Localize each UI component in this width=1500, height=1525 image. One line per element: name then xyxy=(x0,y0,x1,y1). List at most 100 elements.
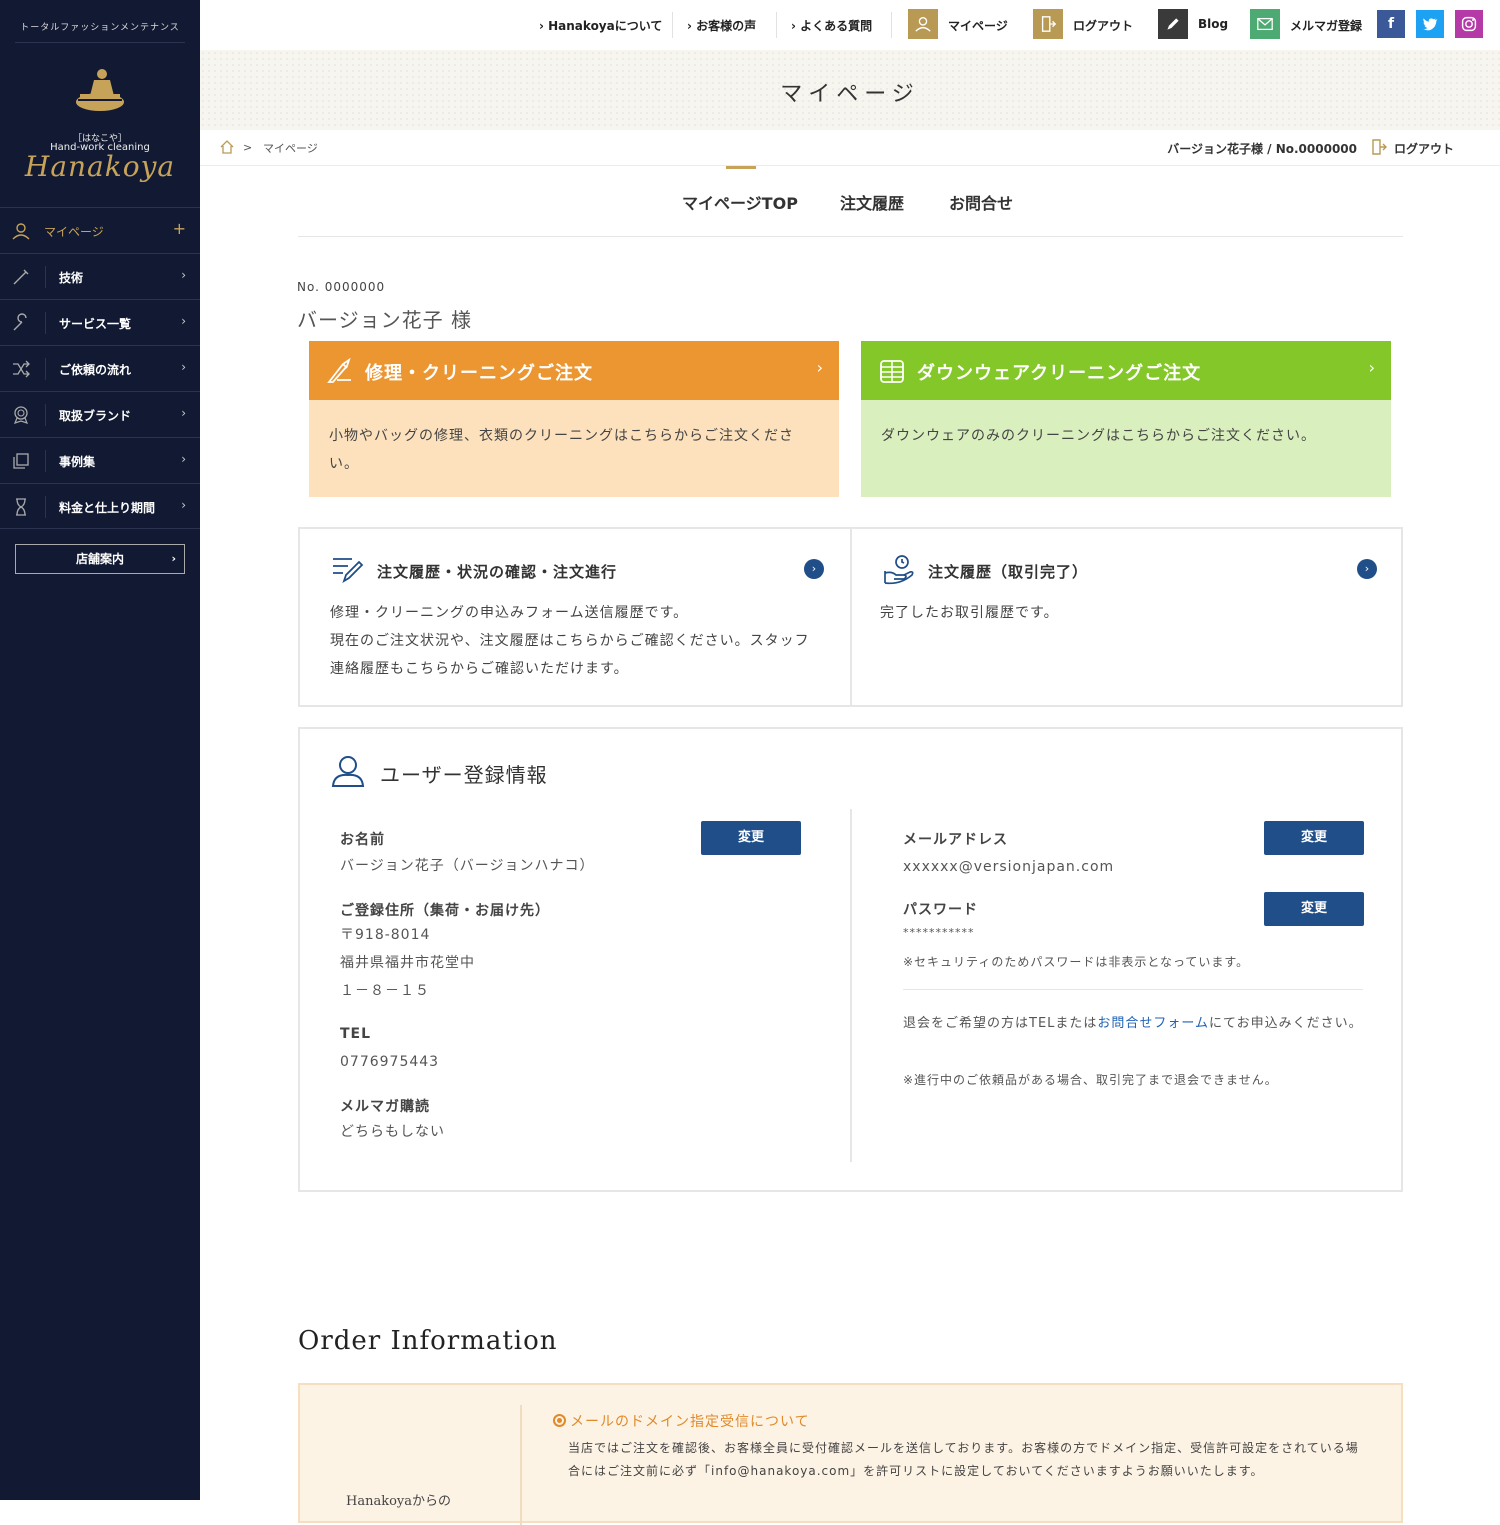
logo-wordmark[interactable]: Hanakoya xyxy=(0,150,200,183)
address-line1: 福井県福井市花堂中 xyxy=(340,955,475,971)
pencil-icon[interactable] xyxy=(1158,9,1188,39)
section-title: ユーザー登録情報 xyxy=(380,763,548,787)
sidebar-item-services[interactable]: サービス一覧 › xyxy=(0,299,200,345)
user-icon xyxy=(331,756,365,787)
down-jacket-order-card[interactable]: ダウンウェアクリーニングご注文 › ダウンウェアのみのクリーニングはこちらからご… xyxy=(861,341,1391,497)
handshake-clock-icon xyxy=(884,555,914,585)
change-name-button[interactable]: 変更 xyxy=(701,821,801,855)
member-name: バージョン花子 様 xyxy=(297,308,472,332)
newsletter-link[interactable]: メルマガ登録 xyxy=(1290,17,1362,34)
history-title: 注文履歴（取引完了） xyxy=(928,563,1089,581)
logout-icon[interactable] xyxy=(1033,9,1063,39)
sidebar: トータルファッションメンテナンス ［はなこや］ Hand-work cleani… xyxy=(0,0,200,1500)
twitter-icon[interactable] xyxy=(1416,10,1444,38)
tab-mypage-top[interactable]: マイページTOP xyxy=(682,190,798,214)
copy-icon xyxy=(13,453,29,469)
order-information-title: Order Information xyxy=(298,1326,558,1356)
sidebar-tagline: トータルファッションメンテナンス xyxy=(20,23,180,33)
shuffle-icon xyxy=(13,360,30,378)
history-completed-card[interactable]: 注文履歴（取引完了） › 完了したお取引履歴です。 xyxy=(852,529,1401,705)
circle-arrow-icon[interactable]: › xyxy=(1357,559,1377,579)
sidebar-item-brands[interactable]: 取扱ブランド › xyxy=(0,391,200,437)
chevron-right-icon: › xyxy=(181,360,186,374)
top-link-label: よくある質問 xyxy=(800,19,873,33)
blog-link[interactable]: Blog xyxy=(1198,17,1228,31)
sidebar-item-pricing[interactable]: 料金と仕上り期間 › xyxy=(0,483,200,529)
sidebar-item-label: 料金と仕上り期間 xyxy=(59,501,156,515)
mail-icon[interactable] xyxy=(1250,9,1280,39)
home-icon[interactable] xyxy=(219,139,235,155)
chevron-right-icon: › xyxy=(181,406,186,420)
order-card-header: ダウンウェアクリーニングご注文 › xyxy=(861,341,1391,400)
email-value: xxxxxx@versionjapan.com xyxy=(903,859,1115,875)
top-link-voices[interactable]: › お客様の声 xyxy=(687,17,756,34)
facebook-icon[interactable]: f xyxy=(1377,10,1405,38)
history-in-progress-card[interactable]: 注文履歴・状況の確認・注文進行 › 修理・クリーニングの申込みフォーム送信履歴で… xyxy=(300,529,850,705)
sidebar-item-flow[interactable]: ご依頼の流れ › xyxy=(0,345,200,391)
sidebar-item-label: サービス一覧 xyxy=(59,317,132,331)
sidebar-item-cases[interactable]: 事例集 › xyxy=(0,437,200,483)
password-note: ※セキュリティのためパスワードは非表示となっています。 xyxy=(903,955,1250,969)
store-info-label: 店舗案内 xyxy=(75,552,124,566)
order-card-title: 修理・クリーニングご注文 xyxy=(365,363,593,384)
breadcrumb-logout-link[interactable]: ログアウト xyxy=(1394,140,1454,157)
history-title: 注文履歴・状況の確認・注文進行 xyxy=(377,563,618,581)
logout-icon[interactable] xyxy=(1371,138,1387,156)
target-circle-icon xyxy=(553,1414,566,1427)
history-description: 修理・クリーニングの申込みフォーム送信履歴です。 xyxy=(330,605,689,621)
sidebar-item-label: 取扱ブランド xyxy=(59,409,132,423)
password-value: *********** xyxy=(903,926,975,939)
top-bar: › Hanakoyaについて › お客様の声 › よくある質問 マイページ ログ… xyxy=(200,0,1500,50)
newsletter-label: メルマガ購読 xyxy=(340,1099,430,1115)
mypage-tabs: マイページTOP 注文履歴 お問合せ xyxy=(298,166,1403,237)
edit-list-icon xyxy=(333,558,364,584)
sidebar-item-label: 技術 xyxy=(59,271,84,285)
page-title: マイページ xyxy=(780,82,920,107)
repair-cleaning-order-card[interactable]: 修理・クリーニングご注文 › 小物やバッグの修理、衣類のクリーニングはこちらから… xyxy=(309,341,839,497)
sidebar-item-label: マイページ xyxy=(44,225,104,239)
logout-link[interactable]: ログアウト xyxy=(1073,17,1133,34)
history-description: 完了したお取引履歴です。 xyxy=(880,605,1059,621)
top-link-label: お客様の声 xyxy=(696,19,757,33)
address-line2: １－８－１５ xyxy=(340,983,430,999)
sidebar-item-mypage[interactable]: マイページ + xyxy=(0,207,200,253)
active-tab-indicator xyxy=(726,166,756,169)
sidebar-item-technique[interactable]: 技術 › xyxy=(0,253,200,299)
change-password-button[interactable]: 変更 xyxy=(1264,892,1364,926)
instagram-icon[interactable] xyxy=(1455,10,1483,38)
brush-icon xyxy=(13,269,29,285)
order-card-title: ダウンウェアクリーニングご注文 xyxy=(917,363,1202,384)
logo-craftsman-icon[interactable] xyxy=(72,64,128,116)
user-icon xyxy=(12,223,30,240)
sidebar-nav: マイページ + 技術 › サービス一覧 › ご依頼の流れ › 取扱ブランド › xyxy=(0,207,200,529)
notice-title: メールのドメイン指定受信について xyxy=(553,1411,810,1431)
history-description-detail: 現在のご注文状況や、注文履歴はこちらからご確認ください。スタッフ連絡履歴もこちら… xyxy=(330,633,810,677)
notice-body: 当店ではご注文を確認後、お客様全員に受付確認メールを送信しております。お客様の方… xyxy=(568,1441,1359,1478)
chevron-right-icon: › xyxy=(816,358,823,377)
breadcrumb-separator: > xyxy=(243,141,253,154)
down-jacket-icon xyxy=(880,360,904,383)
withdraw-note: ※進行中のご依頼品がある場合、取引完了まで退会できません。 xyxy=(903,1073,1278,1087)
circle-arrow-icon[interactable]: › xyxy=(804,559,824,579)
user-registration-panel: ユーザー登録情報 お名前 変更 バージョン花子（バージョンハナコ） ご登録住所（… xyxy=(298,727,1403,1192)
address-label: ご登録住所（集荷・お届け先） xyxy=(340,903,550,919)
tab-contact[interactable]: お問合せ xyxy=(949,190,1013,214)
top-link-faq[interactable]: › よくある質問 xyxy=(791,17,872,34)
tel-value: 0776975443 xyxy=(340,1054,440,1070)
mypage-link[interactable]: マイページ xyxy=(948,17,1008,34)
mypage-icon[interactable] xyxy=(908,9,938,39)
hourglass-icon xyxy=(16,498,26,516)
contact-form-link[interactable]: お問合せフォーム xyxy=(1097,1016,1209,1031)
withdraw-notice: 退会をご希望の方はTELまたはお問合せフォームにてお申込みください。 xyxy=(903,1016,1363,1031)
tab-order-history[interactable]: 注文履歴 xyxy=(840,190,904,214)
store-info-button[interactable]: 店舗案内 › xyxy=(15,544,185,574)
change-email-button[interactable]: 変更 xyxy=(1264,821,1364,855)
sidebar-item-label: 事例集 xyxy=(59,455,96,469)
member-number: No. 0000000 xyxy=(297,280,386,294)
top-link-about[interactable]: › Hanakoyaについて xyxy=(539,17,662,34)
chevron-right-icon: › xyxy=(181,452,186,466)
chevron-right-icon: › xyxy=(171,552,176,565)
tel-label: TEL xyxy=(340,1026,372,1042)
name-value: バージョン花子（バージョンハナコ） xyxy=(340,858,595,874)
top-link-label: Hanakoyaについて xyxy=(548,19,663,33)
